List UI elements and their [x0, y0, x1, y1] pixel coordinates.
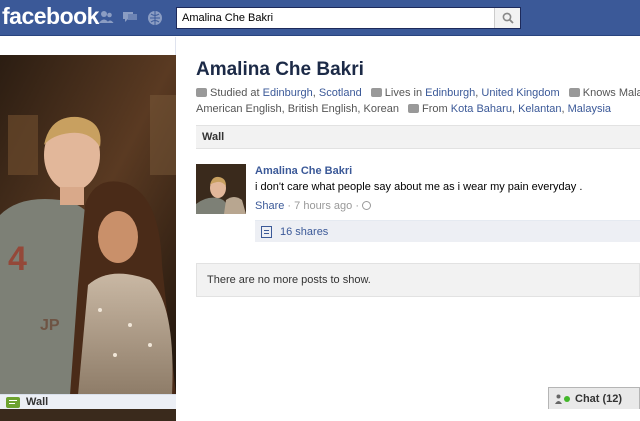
meta-dot: · [287, 200, 292, 212]
chat-count: (12) [602, 392, 623, 405]
lives-prefix: Lives in [384, 87, 423, 99]
home-icon [370, 88, 382, 97]
meta-dot: · [355, 200, 359, 212]
post-author-link[interactable]: Amalina Che Bakri [255, 165, 352, 177]
chat-label: Chat [575, 392, 600, 405]
lives-city-link[interactable]: Edinburgh [425, 87, 475, 99]
online-dot [564, 395, 570, 402]
left-nav-wall[interactable]: Wall [0, 394, 176, 409]
lives-country-link[interactable]: United Kingdom [481, 87, 559, 99]
from-city-link[interactable]: Kota Baharu [451, 103, 512, 115]
from-region-link[interactable]: Kelantan [518, 103, 561, 115]
left-nav-wall-label: Wall [26, 396, 49, 408]
top-bar: facebook [0, 0, 640, 36]
shares-icon [261, 225, 272, 238]
wall-header: Wall [196, 125, 640, 149]
search-box [176, 7, 521, 29]
shares-count-link[interactable]: 16 shares [280, 226, 328, 238]
post-meta: Share · 7 hours ago · [255, 200, 372, 212]
post-time[interactable]: 7 hours ago [294, 200, 352, 212]
from-country-link[interactable]: Malaysia [568, 103, 611, 115]
messages-icon[interactable] [122, 10, 138, 24]
studied-prefix: Studied at [210, 87, 260, 99]
facebook-logo[interactable]: facebook [2, 3, 99, 30]
house-icon [408, 104, 420, 113]
studied-country-link[interactable]: Scotland [319, 87, 362, 99]
shares-bar[interactable]: 16 shares [255, 220, 640, 242]
post-text: i don't care what people say about me as… [255, 181, 583, 193]
left-column: 4 JP Wall [0, 37, 176, 421]
info-line-2: American English, British English, Korea… [196, 103, 612, 115]
notifications-icon[interactable] [147, 10, 163, 25]
svg-text:4: 4 [8, 240, 27, 278]
friend-requests-icon[interactable] [98, 10, 114, 24]
wall-icon [6, 396, 20, 408]
search-input[interactable] [177, 8, 487, 28]
from-prefix: From [422, 103, 448, 115]
post-author-avatar[interactable] [196, 164, 246, 214]
no-more-posts-message: There are no more posts to show. [196, 263, 640, 297]
globe-icon [568, 88, 580, 97]
profile-picture[interactable]: 4 JP [0, 55, 176, 421]
search-button[interactable] [494, 8, 520, 28]
knows-prefix: Knows Malay, [582, 87, 640, 99]
share-link[interactable]: Share [255, 200, 284, 212]
chat-status-icon [555, 394, 562, 404]
chat-tab[interactable]: Chat (12) [548, 387, 640, 409]
public-globe-icon [362, 201, 372, 210]
profile-name: Amalina Che Bakri [196, 59, 364, 80]
info-line-1: Studied at Edinburgh, Scotland Lives in … [196, 85, 640, 101]
languages-rest: American English, British English, Korea… [196, 103, 399, 115]
search-icon [502, 12, 514, 24]
education-icon [196, 88, 207, 97]
svg-text:JP: JP [40, 317, 60, 334]
profile-info: Studied at Edinburgh, Scotland Lives in … [196, 85, 640, 117]
studied-city-link[interactable]: Edinburgh [263, 87, 313, 99]
